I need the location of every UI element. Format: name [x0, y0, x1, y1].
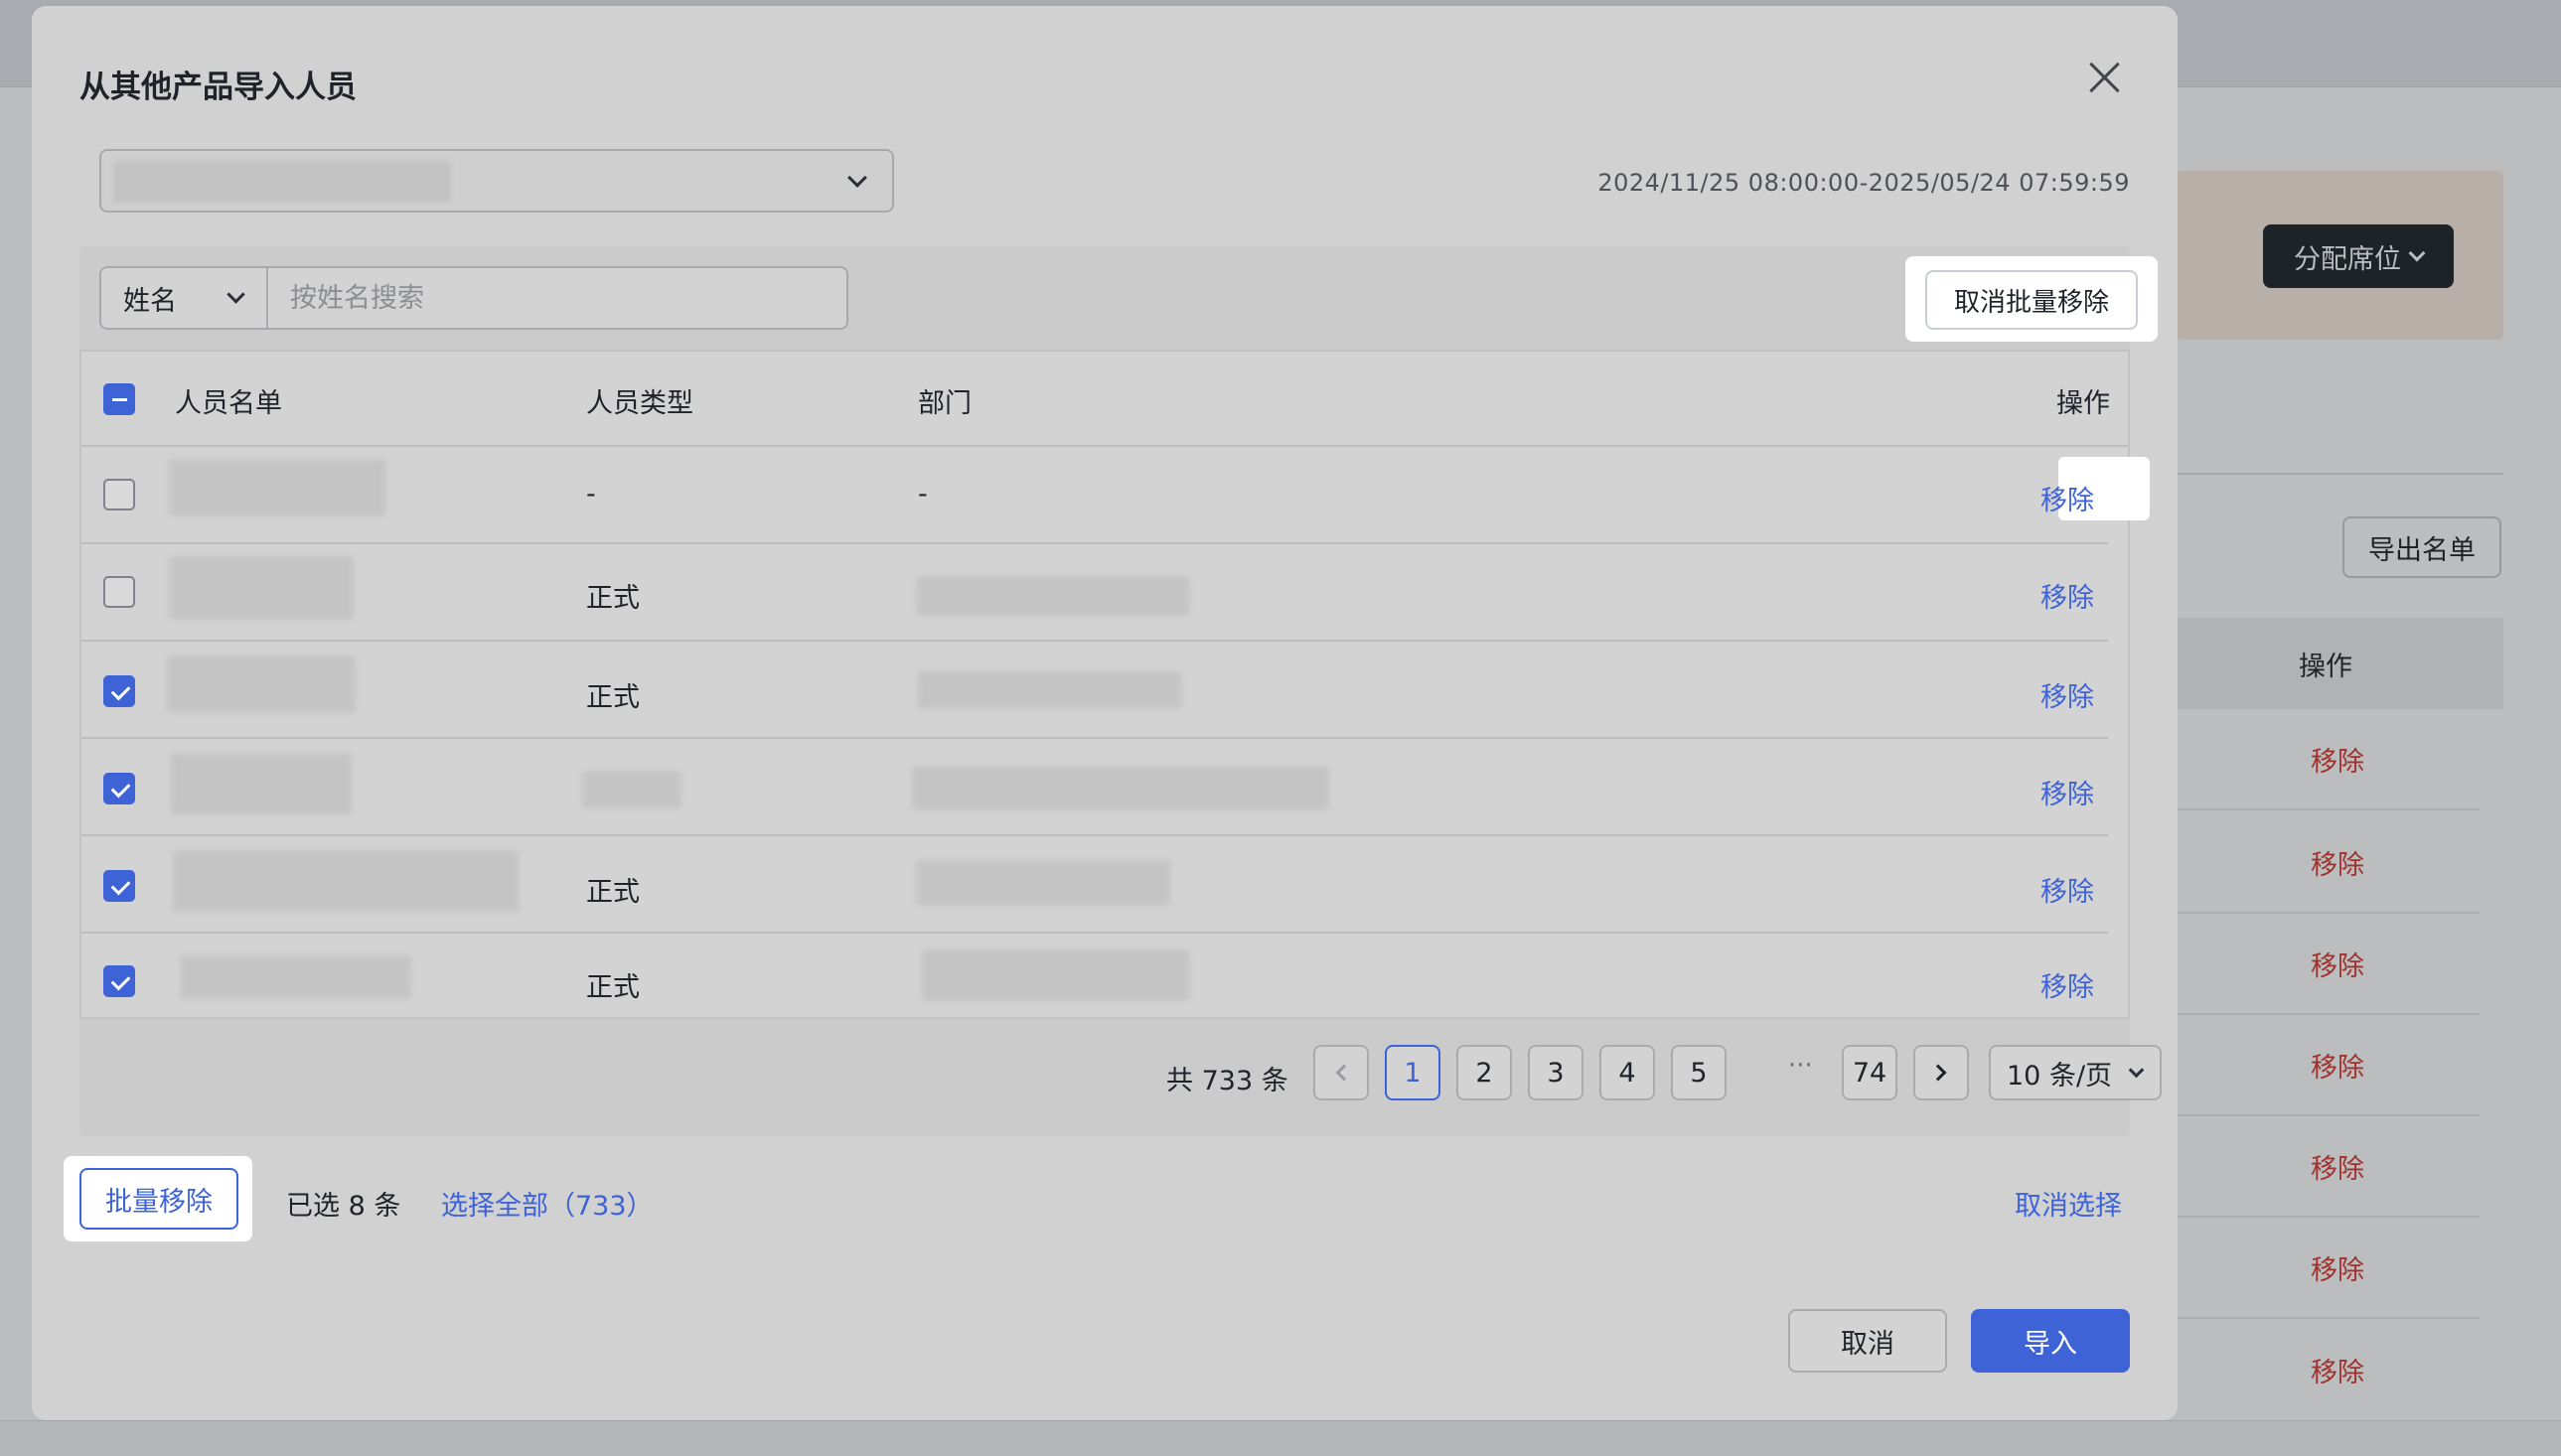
table-row: 正式 移除: [81, 642, 2108, 739]
cancel-batch-remove-button[interactable]: 取消批量移除: [1925, 270, 2138, 330]
table-row: 移除: [81, 739, 2108, 836]
name-redacted: [171, 753, 352, 814]
date-range: 2024/11/25 08:00:00-2025/05/24 07:59:59: [1597, 169, 2130, 197]
chevron-down-icon: [847, 168, 867, 188]
chevron-down-icon: [2128, 1062, 2145, 1079]
header-action: 操作: [2056, 388, 2110, 419]
dept-redacted: [916, 576, 1190, 616]
row-type: 正式: [586, 583, 640, 614]
page-button-5[interactable]: 5: [1671, 1045, 1727, 1100]
page-button-4[interactable]: 4: [1599, 1045, 1655, 1100]
name-redacted: [169, 459, 385, 516]
page-button-3[interactable]: 3: [1528, 1045, 1583, 1100]
row-type: -: [586, 479, 596, 510]
chevron-down-icon: [226, 285, 245, 304]
row-remove-link[interactable]: 移除: [2040, 675, 2094, 714]
row-checkbox[interactable]: [103, 870, 135, 902]
name-redacted: [169, 556, 354, 620]
modal-title: 从其他产品导入人员: [79, 70, 357, 105]
name-redacted: [167, 655, 356, 713]
page-button-2[interactable]: 2: [1456, 1045, 1512, 1100]
next-page-button[interactable]: [1913, 1045, 1969, 1100]
search-input[interactable]: [266, 266, 848, 330]
search-field-label: 姓名: [123, 285, 177, 317]
import-modal: 从其他产品导入人员 2024/11/25 08:00:00-2025/05/24…: [32, 6, 2178, 1420]
select-all-link[interactable]: 选择全部（733）: [441, 1184, 654, 1223]
page-button-1[interactable]: 1: [1385, 1045, 1440, 1100]
row-type: 正式: [586, 682, 640, 713]
total-count: 共 733 条: [1166, 1066, 1288, 1096]
name-redacted: [173, 850, 519, 912]
row-remove-link[interactable]: 移除: [2040, 870, 2094, 909]
cancel-button[interactable]: 取消: [1788, 1309, 1947, 1373]
product-select-value-redacted: [113, 161, 451, 203]
row-dept: -: [918, 479, 928, 510]
row-checkbox[interactable]: [103, 675, 135, 707]
table-row: 正式 移除: [81, 544, 2108, 642]
batch-remove-button[interactable]: 批量移除: [79, 1168, 238, 1230]
row-remove-link[interactable]: 移除: [2040, 576, 2094, 615]
row-remove-link[interactable]: 移除: [2040, 479, 2094, 517]
selected-count: 已选 8 条: [286, 1191, 401, 1222]
row-checkbox[interactable]: [103, 965, 135, 997]
table-header: 人员名单 人员类型 部门 操作: [81, 352, 2128, 447]
table-row: - - 移除: [81, 447, 2108, 544]
select-all-checkbox[interactable]: [103, 383, 135, 415]
page-button-last[interactable]: 74: [1842, 1045, 1897, 1100]
chevron-right-icon: [1929, 1064, 1947, 1082]
page-size-select[interactable]: 10 条/页: [1989, 1045, 2162, 1100]
name-redacted: [181, 955, 411, 999]
row-type: 正式: [586, 877, 640, 908]
people-table: 人员名单 人员类型 部门 操作 - - 移除 正式 移除 正式 移除 移除 正式…: [79, 350, 2150, 1019]
header-name: 人员名单: [175, 388, 282, 419]
screen: 分配席位 导出名单 操作 移除 移除 移除 移除 移除 移除 移除 从其他产品导…: [0, 0, 2561, 1456]
dept-redacted: [912, 767, 1329, 810]
import-button[interactable]: 导入: [1971, 1309, 2130, 1373]
dept-redacted: [918, 671, 1182, 709]
cancel-selection-link[interactable]: 取消选择: [2015, 1184, 2122, 1223]
prev-page-button[interactable]: [1313, 1045, 1369, 1100]
chevron-left-icon: [1335, 1064, 1353, 1082]
row-checkbox[interactable]: [103, 773, 135, 804]
close-icon[interactable]: [2084, 58, 2124, 97]
row-type: 正式: [586, 972, 640, 1003]
search-field-select[interactable]: 姓名: [99, 266, 266, 330]
product-select[interactable]: [99, 149, 894, 213]
row-checkbox[interactable]: [103, 479, 135, 510]
row-remove-link[interactable]: 移除: [2040, 965, 2094, 1004]
dept-redacted: [922, 949, 1190, 1001]
row-remove-link[interactable]: 移除: [2040, 773, 2094, 811]
pagination-ellipsis[interactable]: ···: [1788, 1051, 1813, 1081]
row-checkbox[interactable]: [103, 576, 135, 608]
type-redacted: [582, 771, 681, 808]
header-type: 人员类型: [586, 388, 693, 419]
page-size-label: 10 条/页: [2007, 1060, 2113, 1092]
dept-redacted: [916, 860, 1170, 906]
table-row: 正式 移除: [81, 934, 2108, 1019]
header-dept: 部门: [918, 388, 972, 419]
table-row: 正式 移除: [81, 836, 2108, 934]
